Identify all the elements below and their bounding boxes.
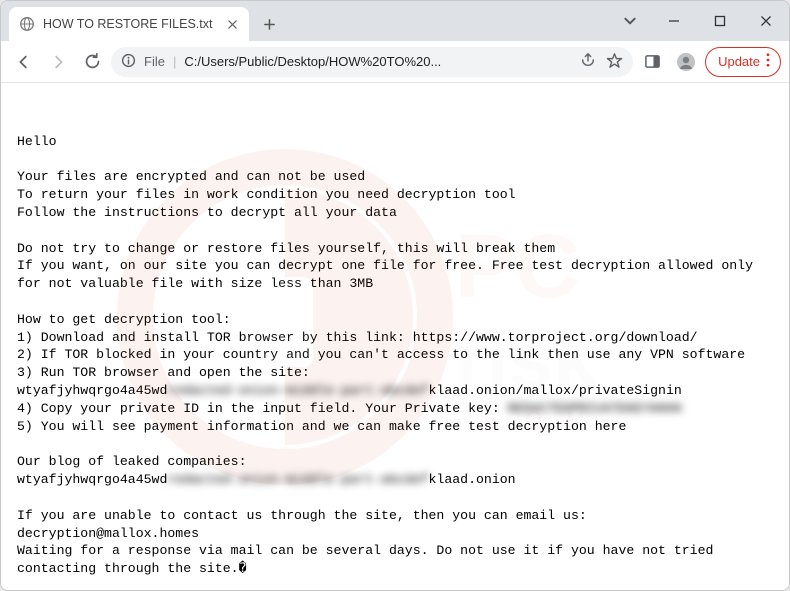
profile-icon[interactable] [671,47,701,77]
new-tab-button[interactable] [255,10,283,38]
maximize-button[interactable] [697,5,743,37]
text-line: Hello [17,134,57,149]
text-line: wtyafjyhwqrgo4a45wdredacted-onion-middle… [17,472,516,487]
redacted-text: REDACTEDPRIVATEKEY0000 [508,401,682,416]
update-button[interactable]: Update [705,47,781,77]
text-line: 1) Download and install TOR browser by t… [17,330,698,345]
tab-title: HOW TO RESTORE FILES.txt [43,17,217,31]
info-icon[interactable] [121,53,136,71]
side-panel-icon[interactable] [637,47,667,77]
text-line: 5) You will see payment information and … [17,419,626,434]
text-line: If you want, on our site you can decrypt… [17,258,761,291]
text-line: Do not try to change or restore files yo… [17,241,555,256]
text-line: Waiting for a response via mail can be s… [17,543,721,576]
reload-button[interactable] [77,47,107,77]
window-controls [609,1,789,41]
text-line: Our blog of leaked companies: [17,454,247,469]
share-icon[interactable] [580,52,596,71]
text-line: If you are unable to contact us through … [17,508,587,523]
forward-button[interactable] [43,47,73,77]
browser-tab[interactable]: HOW TO RESTORE FILES.txt [9,7,249,41]
url-text: C:/Users/Public/Desktop/HOW%20TO%20... [184,54,572,69]
back-button[interactable] [9,47,39,77]
address-bar[interactable]: File | C:/Users/Public/Desktop/HOW%20TO%… [111,47,633,77]
close-window-button[interactable] [743,5,789,37]
chevron-down-icon[interactable] [609,1,651,41]
text-line: How to get decryption tool: [17,312,231,327]
text-line: 2) If TOR blocked in your country and yo… [17,347,745,362]
browser-window: HOW TO RESTORE FILES.txt [0,0,790,591]
minimize-button[interactable] [651,5,697,37]
text-line: Your files are encrypted and can not be … [17,169,365,184]
toolbar: File | C:/Users/Public/Desktop/HOW%20TO%… [1,41,789,83]
update-label: Update [718,54,760,69]
text-line: decryption@mallox.homes [17,526,199,541]
text-line: 4) Copy your private ID in the input fie… [17,401,682,416]
text-line: To return your files in work condition y… [17,187,516,202]
text-line: 3) Run TOR browser and open the site: [17,365,310,380]
url-scheme-label: File [144,54,165,69]
text-line: wtyafjyhwqrgo4a45wdredacted-onion-middle… [17,383,682,398]
page-content: PC risk .COM Hello Your files are encryp… [1,83,789,590]
menu-dots-icon [766,53,770,70]
star-icon[interactable] [606,52,623,72]
titlebar: HOW TO RESTORE FILES.txt [1,1,789,41]
globe-icon [19,16,35,32]
redacted-text: redacted-onion-middle-part-abcdef [167,383,428,398]
text-line: Follow the instructions to decrypt all y… [17,205,397,220]
tab-close-icon[interactable] [225,17,239,31]
redacted-text: redacted-onion-middle-part-abcdef [167,472,428,487]
